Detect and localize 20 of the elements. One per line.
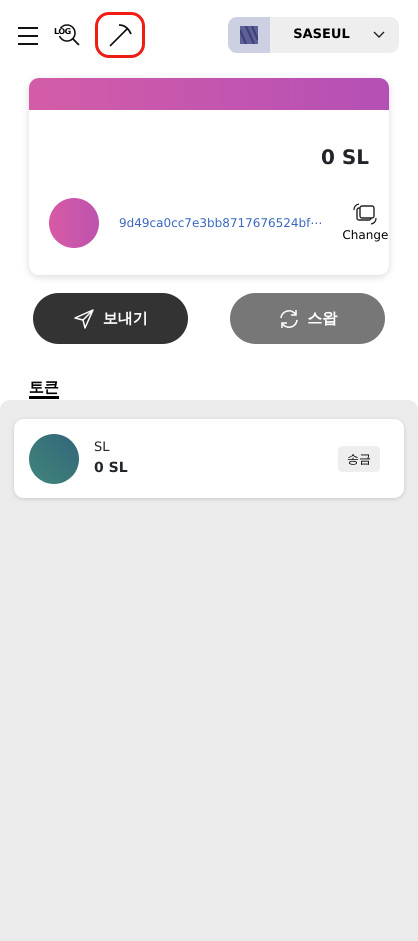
token-name: SL [94,439,110,458]
cards-icon [351,202,380,226]
log-search-button[interactable]: LOG [53,22,81,48]
swap-button[interactable]: 스왑 [230,293,385,344]
refresh-icon [278,308,300,330]
wallet-address[interactable]: 9d49ca0cc7e3bb8717676524bf⋯ [119,214,322,232]
send-button[interactable]: 보내기 [33,293,188,344]
pickaxe-button[interactable] [95,12,145,58]
caret-icon [373,31,385,39]
network-selector[interactable]: SASEUL [228,17,399,53]
token-icon [29,434,79,484]
transfer-button[interactable]: 송금 [338,446,380,472]
balance-text: 0 SL [320,144,370,171]
paper-plane-icon [73,308,95,330]
change-button[interactable]: Change [342,202,388,244]
token-card[interactable]: SL 0 SL 송금 [14,419,404,498]
network-logo-icon [240,26,258,44]
avatar-circle [49,198,99,248]
pickaxe-icon [107,22,133,48]
token-amount: 0 SL [94,458,128,478]
